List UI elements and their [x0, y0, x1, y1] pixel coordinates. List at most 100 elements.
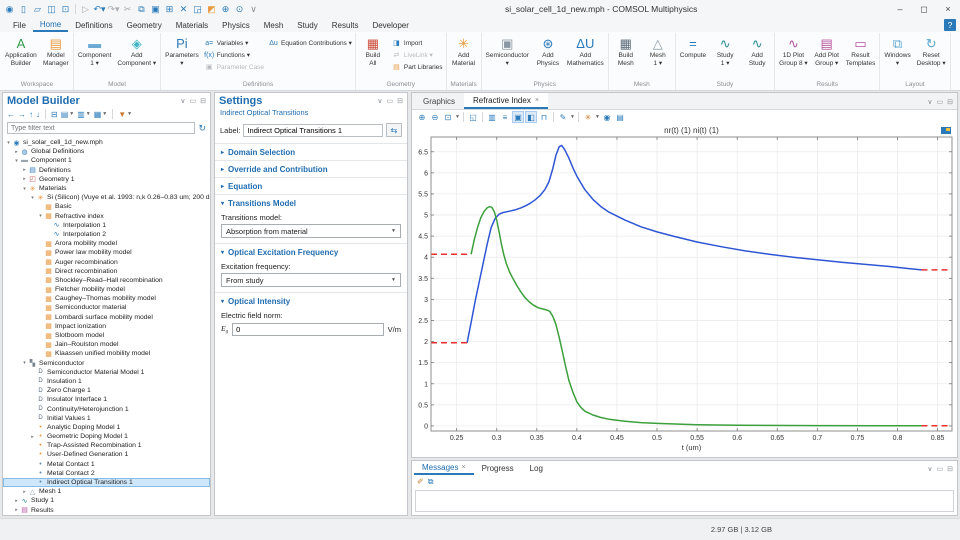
collapsed-arrow-icon[interactable]: ▸	[13, 498, 20, 504]
menu-tab-physics[interactable]: Physics	[215, 18, 257, 32]
tab-log[interactable]: Log	[522, 461, 551, 475]
ribbon-button-add-study[interactable]: ∿AddStudy	[741, 33, 773, 80]
menu-tab-file[interactable]: File	[6, 18, 33, 32]
move-down-icon[interactable]: ↓	[36, 110, 40, 119]
select-mode-icon[interactable]: ▣	[512, 111, 524, 123]
ribbon-button-model-manager[interactable]: ▤ModelManager	[40, 33, 72, 80]
section-equation[interactable]: ▸ Equation	[215, 178, 407, 194]
tab-refractive-index[interactable]: Refractive Index×	[464, 93, 548, 109]
zoom-extents-icon[interactable]: ◱	[467, 111, 479, 123]
excitation-frequency-select[interactable]: From study ▼	[221, 273, 401, 287]
menu-tab-geometry[interactable]: Geometry	[120, 18, 169, 32]
restore-button[interactable]: ◻	[912, 0, 936, 18]
zoom-in-icon[interactable]: ⊕	[416, 111, 428, 123]
ribbon-button-reset-desktop[interactable]: ↻ResetDesktop ▾	[914, 33, 949, 80]
plot-appearance-icon[interactable]: ✎	[557, 111, 569, 123]
tree-item-slotboom-model[interactable]: ▦Slotboom model	[3, 331, 210, 340]
menu-tab-definitions[interactable]: Definitions	[68, 18, 119, 32]
ribbon-button-compute[interactable]: =Compute	[677, 33, 709, 80]
e0-input[interactable]	[232, 323, 384, 336]
open-file-icon[interactable]: ▱	[31, 2, 44, 16]
model-tree-nodes-icon[interactable]: ▤	[61, 110, 69, 119]
collapsed-arrow-icon[interactable]: ▸	[21, 489, 28, 495]
clear-messages-icon[interactable]: ✐	[417, 477, 424, 486]
expanded-arrow-icon[interactable]: ▾	[29, 195, 36, 201]
tree-item-caughey-thomas-mobility-model[interactable]: ▦Caughey–Thomas mobility model	[3, 294, 210, 303]
ribbon-button-functions[interactable]: f(x)Functions ▾	[204, 49, 264, 61]
ribbon-button-1d-plot-group-8[interactable]: ∿1D PlotGroup 8 ▾	[776, 33, 811, 80]
ribbon-button-study-1[interactable]: ∿Study1 ▾	[709, 33, 741, 80]
ribbon-button-component-1[interactable]: ▬Component1 ▾	[75, 33, 115, 80]
run-icon[interactable]: ▷	[79, 2, 92, 16]
close-button[interactable]: ×	[936, 0, 960, 18]
tree-item-lombardi-surface-mobility-model[interactable]: ▦Lombardi surface mobility model	[3, 313, 210, 322]
tree-item-impact-ionization[interactable]: ▦Impact ionization	[3, 322, 210, 331]
section-optical-intensity[interactable]: ▾ Optical Intensity	[215, 293, 407, 309]
copy-icon[interactable]: ⧉	[135, 2, 148, 16]
minimize-button[interactable]: –	[888, 0, 912, 18]
panel-close-icon[interactable]: ⊟	[947, 98, 953, 106]
tab-close-icon[interactable]: ×	[461, 464, 465, 471]
tree-item-shockley-read-hall-recombination[interactable]: ▦Shockley–Read–Hall recombination	[3, 276, 210, 285]
tree-item-semiconductor-material[interactable]: ▦Semiconductor material	[3, 303, 210, 312]
section-optical-excitation-frequency[interactable]: ▾ Optical Excitation Frequency	[215, 244, 407, 260]
tab-close-icon[interactable]: ×	[535, 97, 539, 104]
lock-axes-icon[interactable]: ⊓	[538, 111, 550, 123]
menu-tab-developer[interactable]: Developer	[365, 18, 415, 32]
ribbon-button-add-component[interactable]: ◈AddComponent ▾	[114, 33, 159, 80]
collapsed-arrow-icon[interactable]: ▸	[21, 167, 28, 173]
tree-item-interpolation-1[interactable]: ∿Interpolation 1	[3, 221, 210, 230]
expanded-arrow-icon[interactable]: ▾	[21, 360, 28, 366]
image-snapshot-icon[interactable]: ◉	[601, 111, 613, 123]
customize-icon[interactable]: ∨	[247, 2, 260, 16]
tree-item-klaassen-unified-mobility-model[interactable]: ▦Klaassen unified mobility model	[3, 349, 210, 358]
panel-menu-icon[interactable]: ∨	[180, 97, 185, 105]
zoom-box-icon[interactable]: ⊡	[442, 111, 454, 123]
cut-icon[interactable]: ✂	[121, 2, 134, 16]
ribbon-button-result-templates[interactable]: ▭ResultTemplates	[843, 33, 879, 80]
panel-menu-icon[interactable]: ∨	[377, 97, 382, 105]
tree-item-user-defined-generation-1[interactable]: •User-Defined Generation 1	[3, 450, 210, 459]
tree-item-jain-roulston-model[interactable]: ▦Jain–Roulston model	[3, 340, 210, 349]
undo-icon[interactable]: ↶▾	[93, 2, 106, 16]
forward-icon[interactable]: →	[18, 110, 26, 119]
tab-graphics[interactable]: Graphics	[414, 93, 464, 109]
collapsed-arrow-icon[interactable]: ▸	[13, 149, 20, 155]
panel-float-icon[interactable]: ▭	[937, 98, 944, 106]
tree-item-fletcher-mobility-model[interactable]: ▦Fletcher mobility model	[3, 285, 210, 294]
tree-item-auger-recombination[interactable]: ▦Auger recombination	[3, 257, 210, 266]
tree-item-study-1[interactable]: ▸∿Study 1	[3, 496, 210, 505]
scene-settings-icon[interactable]: ✳	[582, 111, 594, 123]
ribbon-button-part-libraries[interactable]: ▤Part Libraries	[391, 61, 443, 73]
panel-menu-icon[interactable]: ∨	[927, 98, 932, 106]
tree-item-initial-values-1[interactable]: DInitial Values 1	[3, 414, 210, 423]
section-domain-selection[interactable]: ▸ Domain Selection	[215, 144, 407, 160]
grid-toggle-icon[interactable]: ≡	[499, 111, 511, 123]
menu-tab-home[interactable]: Home	[33, 18, 68, 32]
tree-item-component-1[interactable]: ▾▬Component 1	[3, 156, 210, 165]
tree-item-interpolation-2[interactable]: ∿Interpolation 2	[3, 230, 210, 239]
ribbon-button-import[interactable]: ◨Import	[391, 37, 443, 49]
copy-messages-icon[interactable]: ⧉	[428, 477, 434, 487]
collapse-all-icon[interactable]: ⊟	[51, 110, 58, 119]
collapsed-arrow-icon[interactable]: ▸	[29, 434, 36, 440]
expanded-arrow-icon[interactable]: ▾	[5, 140, 12, 146]
paste-icon[interactable]: ▣	[149, 2, 162, 16]
section-override-contribution[interactable]: ▸ Override and Contribution	[215, 161, 407, 177]
tree-item-continuity-heterojunction-1[interactable]: DContinuity/Heterojunction 1	[3, 404, 210, 413]
panel-float-icon[interactable]: ▭	[387, 97, 394, 105]
ribbon-button-variables[interactable]: a=Variables ▾	[204, 37, 264, 49]
filter-input[interactable]	[7, 122, 195, 134]
plot-thumbnail-icon[interactable]	[941, 127, 951, 134]
zoom-select-quick-icon[interactable]: ⊙	[233, 2, 246, 16]
new-file-icon[interactable]: ▯	[17, 2, 30, 16]
ribbon-button-add-mathematics[interactable]: ΔUAddMathematics	[564, 33, 607, 80]
tree-item-geometric-doping-model-1[interactable]: ▸•Geometric Doping Model 1	[3, 432, 210, 441]
ribbon-button-windows[interactable]: ⧉Windows▾	[881, 33, 913, 80]
ribbon-button-equation-contributions[interactable]: ΔuEquation Contributions ▾	[268, 37, 352, 49]
tree-item-definitions[interactable]: ▸▤Definitions	[3, 166, 210, 175]
tree-item-power-law-mobility-model[interactable]: ▦Power law mobility model	[3, 248, 210, 257]
select-icon[interactable]: ◲	[191, 2, 204, 16]
tree-item-semiconductor-material-model-1[interactable]: DSemiconductor Material Model 1	[3, 368, 210, 377]
tree-item-insulation-1[interactable]: DInsulation 1	[3, 377, 210, 386]
